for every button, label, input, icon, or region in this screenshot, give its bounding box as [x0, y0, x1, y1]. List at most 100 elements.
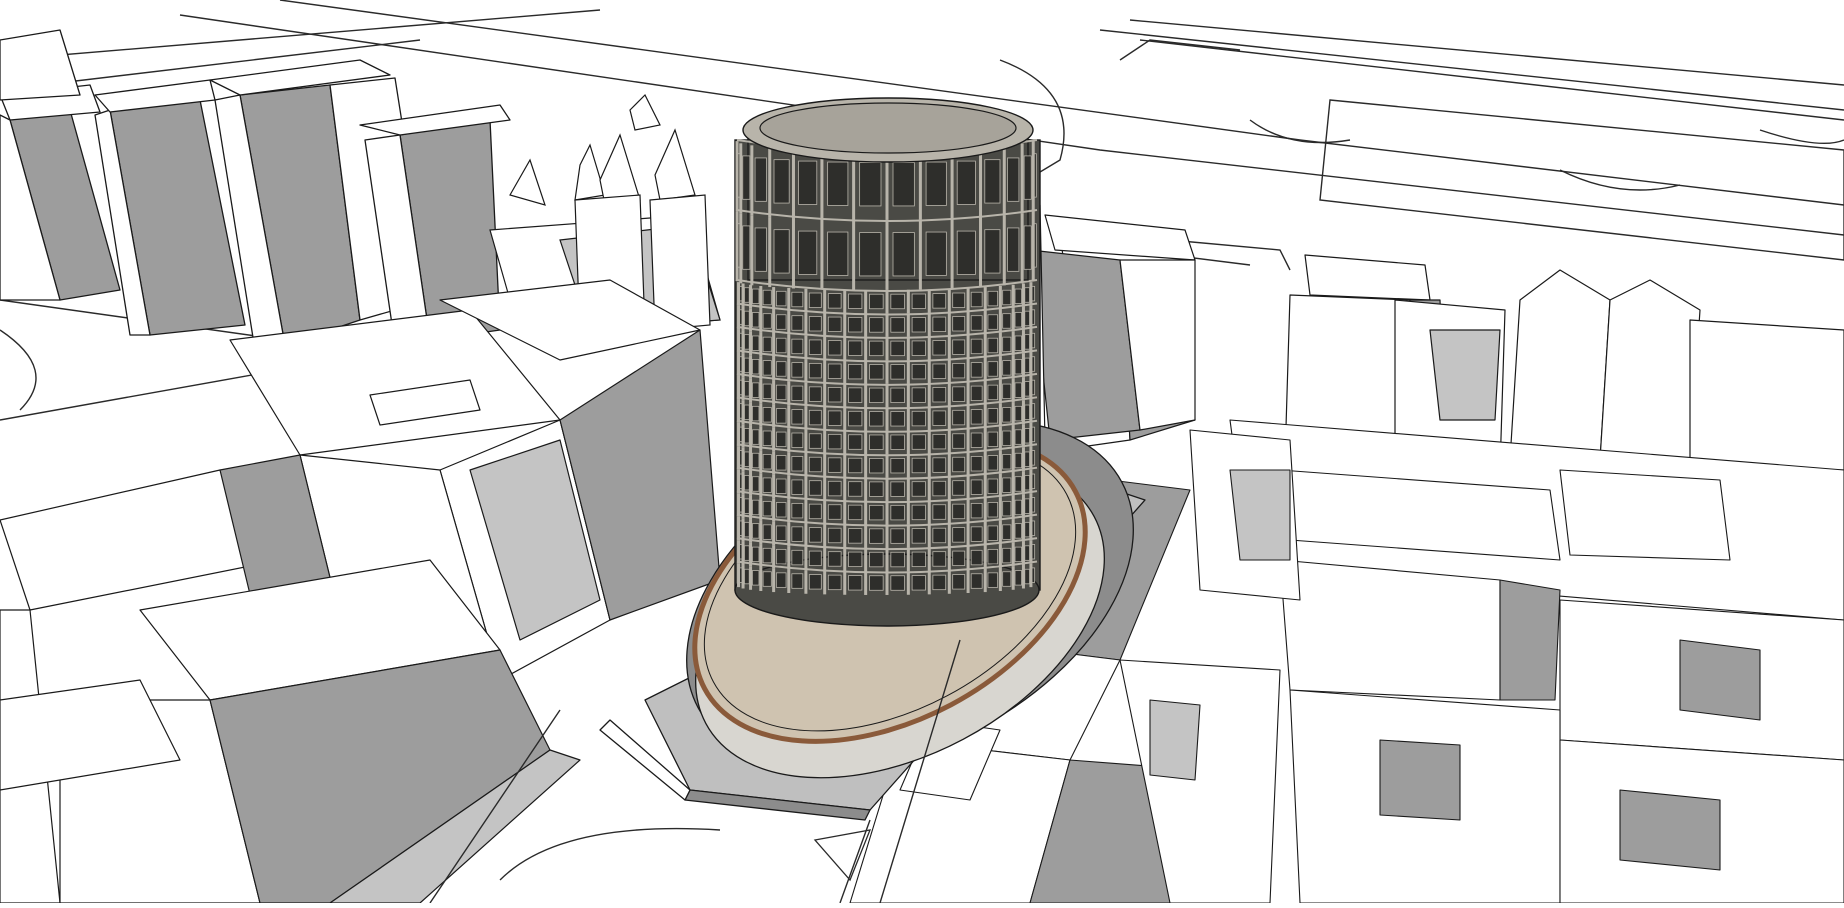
tower-window [744, 568, 750, 585]
tower-fin [885, 360, 889, 384]
tower-window [1024, 475, 1030, 491]
tower-window [890, 293, 905, 310]
tower-window [952, 292, 966, 308]
tower-window [827, 433, 842, 450]
tower-window [744, 428, 750, 444]
tower-window [762, 454, 772, 470]
tower-window [775, 548, 787, 565]
tower-window [869, 340, 884, 357]
tower-fin [1011, 495, 1015, 520]
tower-fin [927, 523, 931, 548]
tower-fin [1029, 540, 1033, 564]
tower-window [970, 315, 983, 331]
road-line [1099, 29, 1844, 111]
tower-window [1014, 335, 1022, 351]
tower-window [869, 528, 884, 544]
tower-fin [947, 288, 951, 313]
tower-fin [1029, 352, 1033, 376]
tower-window [1014, 570, 1022, 586]
tower-fin [1029, 375, 1033, 400]
tower-window [890, 551, 905, 568]
tower-fin [1021, 424, 1025, 448]
tower-fin [823, 359, 827, 384]
tower-window [1024, 428, 1030, 444]
tower-window [848, 317, 863, 333]
tower-window [1024, 568, 1030, 585]
tower-fin [966, 428, 970, 453]
tower-fin [947, 335, 951, 360]
tower-window [775, 502, 787, 518]
tower-window [808, 550, 822, 567]
tower-fin [947, 499, 951, 524]
tower-fin [772, 380, 776, 405]
tower-window [987, 361, 999, 377]
tower-window [827, 457, 842, 473]
tower-fin [983, 568, 987, 593]
crown-window [773, 159, 790, 204]
tower-window [890, 504, 905, 521]
tower-fin [966, 405, 970, 429]
tower-fin [885, 571, 889, 595]
tower-window [890, 528, 905, 544]
tower-window [752, 429, 760, 445]
tower-fin [772, 474, 776, 499]
spire [599, 133, 641, 206]
crown-fin [1002, 215, 1006, 286]
tower-fin [843, 383, 847, 408]
tower-window [1024, 404, 1030, 420]
tower-fin [1011, 308, 1015, 332]
tower-fin [864, 336, 868, 361]
crown-window [827, 231, 849, 276]
tower-window [808, 433, 822, 449]
block-roof [1304, 254, 1431, 301]
tower-fin [772, 498, 776, 522]
tower-window [869, 504, 884, 521]
tower-fin [864, 548, 868, 572]
tower-fin [927, 570, 931, 595]
tower-fin [927, 406, 931, 431]
tower-fin [864, 571, 868, 595]
tower-window [848, 434, 863, 450]
tower-fin [947, 359, 951, 383]
crown-window [798, 160, 818, 205]
block-shadow [1429, 329, 1501, 421]
tower-window [1014, 523, 1022, 539]
tower-window [970, 526, 983, 542]
crown-fin [820, 219, 824, 290]
tower-fin [966, 475, 970, 500]
tower-fin [772, 310, 776, 334]
tower-window [752, 359, 760, 375]
tower-window [775, 384, 787, 401]
tower-fin [1029, 516, 1033, 541]
tower-window [827, 410, 842, 426]
tower-fin [772, 427, 776, 452]
tower-fin [885, 407, 889, 431]
cluster-roof [1559, 469, 1731, 561]
tower-window [932, 574, 947, 591]
crown-fin [885, 219, 889, 290]
tower-fin [864, 501, 868, 525]
tower-fin [1011, 284, 1015, 309]
tower-window [762, 313, 772, 329]
tower-fin [998, 426, 1002, 451]
tower-window [932, 316, 947, 333]
tower-fin [906, 547, 910, 572]
crown-window [742, 225, 751, 270]
cluster-shadow [1679, 639, 1761, 721]
tower-fin [787, 405, 791, 429]
tower-window [791, 456, 804, 472]
road-line [0, 369, 281, 421]
tower-fin [804, 429, 808, 454]
tower-window [952, 503, 966, 520]
tower-window [911, 504, 926, 521]
tower-fin [906, 571, 910, 595]
tower-fin [737, 446, 741, 470]
tower-fin [737, 422, 741, 447]
tower-fin [983, 310, 987, 334]
tower-window [791, 315, 804, 331]
tower-window [987, 525, 999, 541]
tower-window [932, 387, 947, 403]
tower-fin [1021, 400, 1025, 425]
crown-fin [1020, 213, 1024, 284]
tower-window [848, 340, 863, 356]
